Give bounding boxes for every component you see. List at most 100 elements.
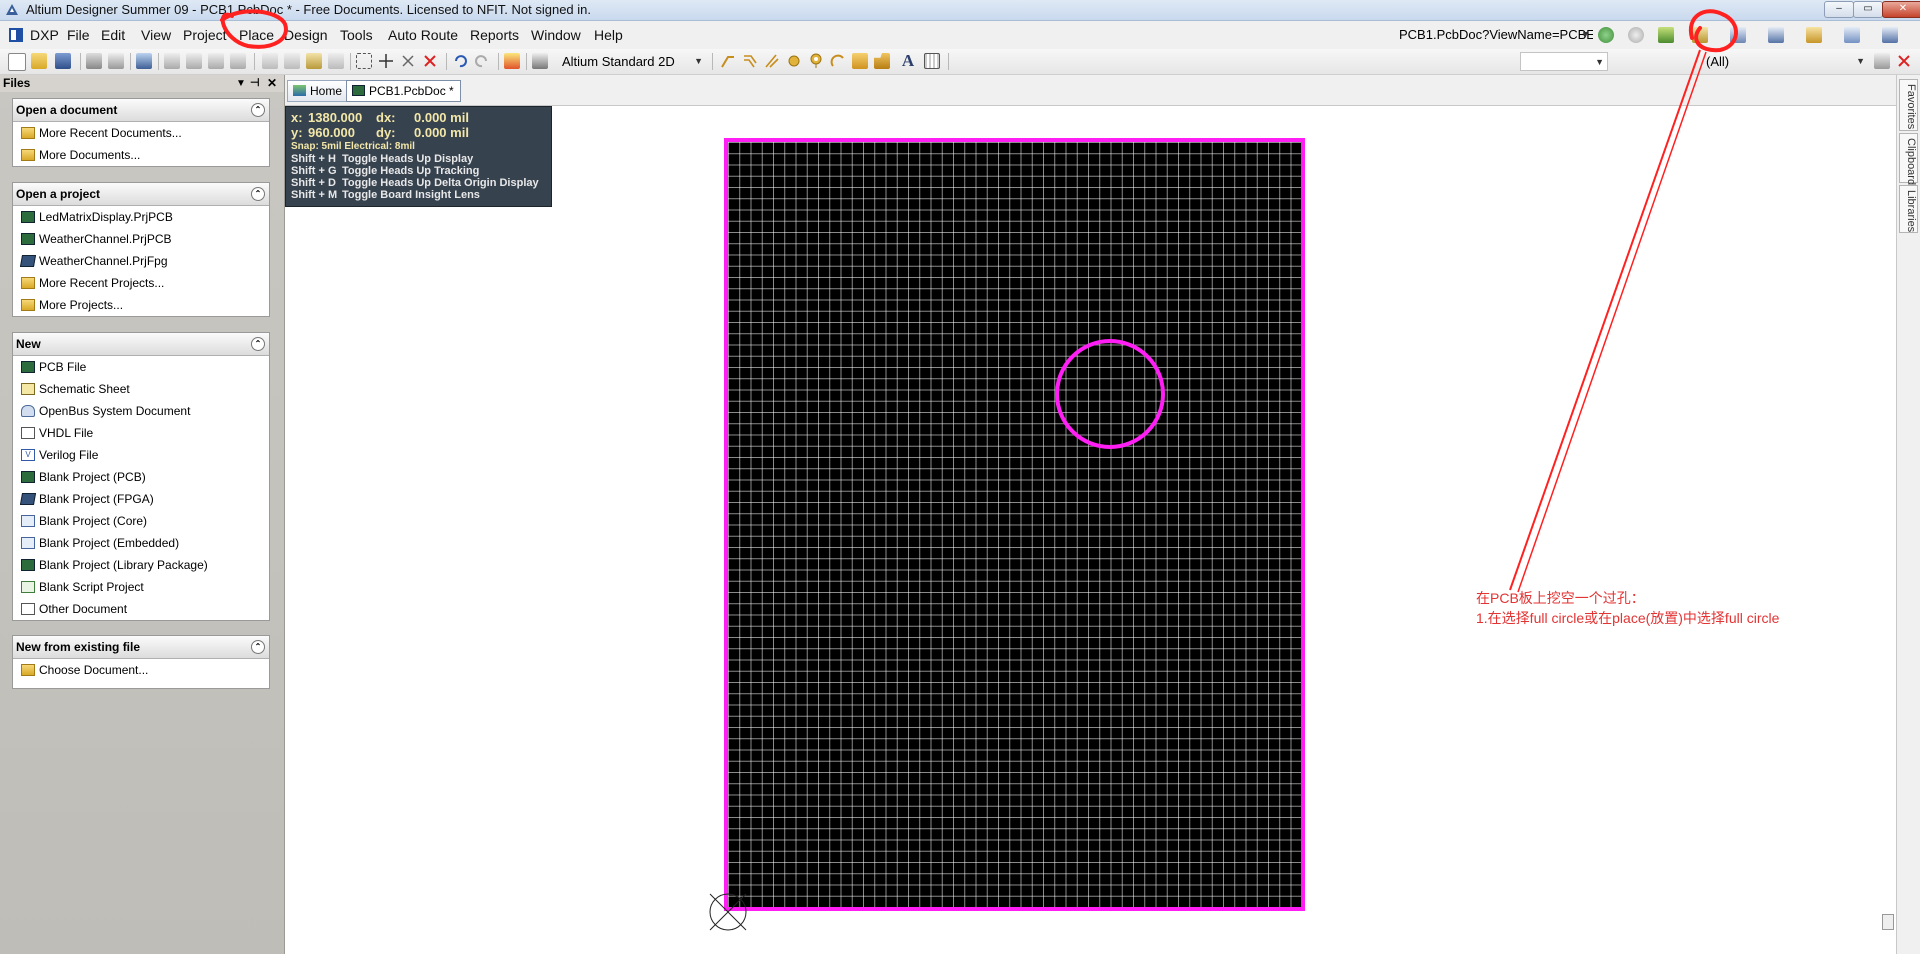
select-tools-icon[interactable] <box>1844 27 1860 43</box>
open-folder-icon[interactable] <box>31 53 47 69</box>
scrollbar-thumb[interactable] <box>1882 914 1894 930</box>
print-icon[interactable] <box>86 53 102 69</box>
differential-pair-icon[interactable] <box>742 53 758 69</box>
select-area-icon[interactable] <box>356 53 372 69</box>
tab-home[interactable]: Home <box>287 80 350 102</box>
dxp-icon[interactable] <box>8 27 24 43</box>
save-icon[interactable] <box>55 53 71 69</box>
view-mode-select[interactable]: Altium Standard 2D ▼ <box>558 52 706 71</box>
wiring-tools-icon[interactable] <box>1692 27 1708 43</box>
collapse-icon[interactable]: ⌃ <box>251 640 265 654</box>
print-preview-icon[interactable] <box>108 53 124 69</box>
paste-icon[interactable] <box>306 53 322 69</box>
pcb-board[interactable] <box>724 138 1305 911</box>
panel-close-icon[interactable]: ✕ <box>267 75 277 92</box>
list-item-new[interactable]: VHDL File <box>13 422 269 444</box>
menu-place[interactable]: Place <box>239 27 274 43</box>
section-header[interactable]: New from existing file ⌃ <box>13 636 269 659</box>
back-icon[interactable] <box>1598 27 1614 43</box>
copy-icon[interactable] <box>284 53 300 69</box>
menu-reports[interactable]: Reports <box>470 27 519 43</box>
list-item-project[interactable]: LedMatrixDisplay.PrjPCB <box>13 206 269 228</box>
new-document-icon[interactable] <box>8 53 26 71</box>
menu-project[interactable]: Project <box>183 27 227 43</box>
list-item-new[interactable]: PCB File <box>13 356 269 378</box>
zoom-selected-icon[interactable] <box>208 53 224 69</box>
menu-tools[interactable]: Tools <box>340 27 373 43</box>
deselect-icon[interactable] <box>400 53 416 69</box>
zoom-filtered-icon[interactable] <box>230 53 246 69</box>
pad-icon[interactable] <box>786 53 802 69</box>
list-item-new[interactable]: Blank Project (FPGA) <box>13 488 269 510</box>
maximize-button[interactable]: ▭ <box>1853 1 1883 18</box>
forward-icon[interactable] <box>1628 27 1644 43</box>
list-item-project[interactable]: WeatherChannel.PrjPCB <box>13 228 269 250</box>
list-item-new[interactable]: V Verilog File <box>13 444 269 466</box>
zoom-fit-icon[interactable] <box>164 53 180 69</box>
list-item-new[interactable]: OpenBus System Document <box>13 400 269 422</box>
clear-filter-right-icon[interactable] <box>1896 53 1912 69</box>
list-item-project[interactable]: WeatherChannel.PrjFpg <box>13 250 269 272</box>
layers-icon[interactable] <box>136 53 152 69</box>
list-item-new[interactable]: Blank Project (Core) <box>13 510 269 532</box>
menu-auto-route[interactable]: Auto Route <box>388 27 458 43</box>
list-item-new[interactable]: Blank Project (Library Package) <box>13 554 269 576</box>
list-item-new[interactable]: Blank Project (Embedded) <box>13 532 269 554</box>
tab-pcb1[interactable]: PCB1.PcbDoc * <box>346 80 461 102</box>
list-item-new[interactable]: Blank Project (PCB) <box>13 466 269 488</box>
collapse-icon[interactable]: ⌃ <box>251 103 265 117</box>
collapse-icon[interactable]: ⌃ <box>251 337 265 351</box>
menu-help[interactable]: Help <box>594 27 623 43</box>
room-tools-icon[interactable] <box>1806 27 1822 43</box>
cross-probe-icon[interactable] <box>504 53 520 69</box>
arc-icon[interactable] <box>830 53 846 69</box>
board-cutout-circle[interactable] <box>1055 339 1165 449</box>
list-item-more-recent-projects[interactable]: More Recent Projects... <box>13 272 269 294</box>
list-item-new[interactable]: Other Document <box>13 598 269 620</box>
apply-filter-icon[interactable] <box>1874 53 1890 69</box>
string-icon[interactable]: A <box>900 52 916 69</box>
fill-icon[interactable] <box>852 53 868 69</box>
pin-icon[interactable]: ⊣ <box>250 75 260 92</box>
object-filter-select[interactable]: (All) ▼ <box>1612 52 1868 71</box>
zoom-area-icon[interactable] <box>186 53 202 69</box>
clipboard-panel-tab[interactable]: Clipboard <box>1899 133 1918 185</box>
grid-tools-icon[interactable] <box>1882 27 1898 43</box>
section-header[interactable]: New ⌃ <box>13 333 269 356</box>
browse-components-icon[interactable] <box>532 53 548 69</box>
component-icon[interactable] <box>924 53 940 69</box>
close-button[interactable]: ✕ <box>1882 1 1920 18</box>
interactive-routing-icon[interactable] <box>720 53 736 69</box>
panel-menu-icon[interactable]: ▼ <box>236 75 246 92</box>
clear-filter-icon[interactable] <box>422 53 438 69</box>
menu-edit[interactable]: Edit <box>101 27 125 43</box>
align-tools-icon[interactable] <box>1730 27 1746 43</box>
redo-icon[interactable] <box>474 53 490 69</box>
polygon-pour-icon[interactable] <box>874 53 890 69</box>
section-header[interactable]: Open a project ⌃ <box>13 183 269 206</box>
menu-window[interactable]: Window <box>531 27 581 43</box>
favorites-panel-tab[interactable]: Favorites <box>1899 79 1918 131</box>
list-item-new[interactable]: Blank Script Project <box>13 576 269 598</box>
list-item-choose-document[interactable]: Choose Document... <box>13 659 269 681</box>
rubber-stamp-icon[interactable] <box>328 53 344 69</box>
document-address-field[interactable]: PCB1.PcbDoc?ViewName=PCBE ▼ <box>1395 25 1593 44</box>
section-header[interactable]: Open a document ⌃ <box>13 99 269 122</box>
move-selection-icon[interactable] <box>378 53 394 69</box>
menu-view[interactable]: View <box>141 27 171 43</box>
minimize-button[interactable]: – <box>1824 1 1854 18</box>
menu-file[interactable]: File <box>67 27 90 43</box>
dimension-tools-icon[interactable] <box>1768 27 1784 43</box>
net-filter-select[interactable]: ▼ <box>1520 52 1608 71</box>
libraries-panel-tab[interactable]: Libraries <box>1899 185 1918 233</box>
menu-dxp[interactable]: DXP <box>30 27 59 43</box>
undo-icon[interactable] <box>452 53 468 69</box>
list-item-more-projects[interactable]: More Projects... <box>13 294 269 316</box>
pcb-workspace[interactable]: x: 1380.000 dx: 0.000 mil y: 960.000 dy:… <box>285 106 1896 954</box>
multiple-traces-icon[interactable] <box>764 53 780 69</box>
menu-design[interactable]: Design <box>284 27 328 43</box>
via-icon[interactable] <box>808 53 824 69</box>
altium-app-icon[interactable] <box>5 3 19 16</box>
home-nav-icon[interactable] <box>1658 27 1674 43</box>
collapse-icon[interactable]: ⌃ <box>251 187 265 201</box>
